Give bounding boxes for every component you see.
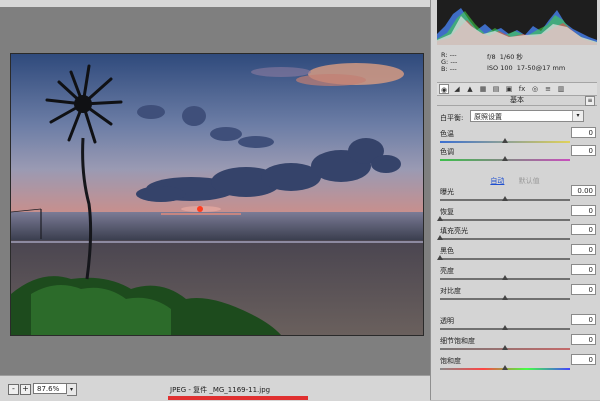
auto-link[interactable]: 自动	[490, 177, 504, 185]
red-accent-strip	[168, 396, 308, 400]
aperture: f/8	[487, 53, 496, 61]
histogram	[437, 0, 597, 45]
snapshots-tab-icon[interactable]: ▥	[556, 84, 566, 94]
slider-track[interactable]	[440, 238, 570, 240]
image-canvas	[0, 7, 430, 375]
slider-value-input[interactable]: 0	[571, 314, 596, 325]
slider-label: 曝光	[440, 188, 454, 196]
tone-curve-tab-icon[interactable]: ◢	[452, 84, 462, 94]
lens: 17-50@17 mm	[516, 64, 566, 72]
slider-row: 恢复 0	[437, 205, 596, 225]
slider-thumb[interactable]	[502, 345, 508, 350]
zoom-in-button[interactable]: +	[20, 384, 31, 395]
basic-tab-icon[interactable]: ◉	[439, 84, 449, 94]
slider-thumb[interactable]	[437, 216, 443, 221]
adjustment-tabs: ◉ ◢ ▲ ▦ ▤ ▣ fx ◎ ≡ ▥	[437, 82, 597, 96]
camera-info: R: --- G: --- B: --- f/8 1/60 秒 ISO 100 …	[437, 48, 597, 78]
slider-track[interactable]	[440, 258, 570, 260]
slider-value-input[interactable]: 0	[571, 224, 596, 235]
hsl-tab-icon[interactable]: ▦	[478, 84, 488, 94]
camera-calibration-tab-icon[interactable]: ◎	[530, 84, 540, 94]
sunset-beach-photo	[11, 54, 423, 335]
slider-row: 对比度 0	[440, 284, 596, 304]
slider-thumb[interactable]	[437, 255, 443, 260]
slider-row: 黑色 0	[437, 244, 596, 264]
slider-thumb[interactable]	[502, 138, 508, 143]
slider-row: 细节饱和度 0	[440, 334, 596, 354]
lens-corrections-tab-icon[interactable]: ▣	[504, 84, 514, 94]
slider-row: 填充亮光 0	[437, 224, 596, 244]
zoom-out-button[interactable]: -	[8, 384, 19, 395]
slider-row: 色调 0	[440, 145, 596, 165]
slider-thumb[interactable]	[502, 325, 508, 330]
slider-label: 色调	[440, 148, 454, 156]
presets-tab-icon[interactable]: ≡	[543, 84, 553, 94]
slider-value-input[interactable]: 0	[571, 145, 596, 156]
slider-row: 饱和度 0	[440, 354, 596, 374]
slider-label: 饱和度	[440, 357, 461, 365]
white-balance-select[interactable]: 原照设置 ▾	[470, 110, 584, 122]
slider-value-input[interactable]: 0	[571, 205, 596, 216]
chevron-down-icon: ▾	[572, 111, 583, 121]
split-toning-tab-icon[interactable]: ▤	[491, 84, 501, 94]
file-name-label: JPEG - 复件 _MG_1169-11.jpg	[170, 386, 271, 394]
shutter-speed: 1/60 秒	[499, 53, 523, 61]
slider-row: 亮度 0	[440, 264, 596, 284]
slider-label: 填充亮光	[440, 227, 468, 235]
slider-label: 亮度	[440, 267, 454, 275]
default-link[interactable]: 默认值	[519, 177, 540, 185]
zoom-level-field[interactable]: 87.6%	[33, 383, 67, 394]
zoom-dropdown-arrow-icon[interactable]: ▾	[67, 383, 77, 396]
histogram-graph	[437, 8, 597, 45]
slider-thumb[interactable]	[502, 275, 508, 280]
slider-thumb[interactable]	[502, 365, 508, 370]
slider-thumb[interactable]	[502, 196, 508, 201]
slider-value-input[interactable]: 0	[571, 264, 596, 275]
detail-tab-icon[interactable]: ▲	[465, 84, 475, 94]
slider-value-input[interactable]: 0	[571, 354, 596, 365]
slider-row: 曝光 0.00	[440, 185, 596, 205]
effects-tab-icon[interactable]: fx	[517, 84, 527, 94]
section-title: 基本 ≡	[437, 95, 597, 106]
slider-value-input[interactable]: 0	[571, 244, 596, 255]
slider-label: 色温	[440, 130, 454, 138]
slider-thumb[interactable]	[502, 295, 508, 300]
white-balance-value: 原照设置	[474, 113, 502, 121]
slider-label: 细节饱和度	[440, 337, 475, 345]
slider-thumb[interactable]	[437, 235, 443, 240]
slider-value-input[interactable]: 0	[571, 334, 596, 345]
iso: ISO 100	[487, 64, 513, 72]
slider-value-input[interactable]: 0	[571, 284, 596, 295]
basic-section-label: 基本	[510, 96, 524, 104]
slider-label: 透明	[440, 317, 454, 325]
panel-menu-icon[interactable]: ≡	[585, 96, 595, 106]
slider-row: 透明 0	[440, 314, 596, 334]
slider-value-input[interactable]: 0	[571, 127, 596, 138]
slider-row: 色温 0	[440, 127, 596, 147]
b-label: B:	[441, 65, 448, 73]
photo-preview[interactable]	[10, 53, 424, 336]
slider-value-input[interactable]: 0.00	[571, 185, 596, 196]
slider-thumb[interactable]	[502, 156, 508, 161]
slider-track[interactable]	[440, 219, 570, 221]
slider-label: 对比度	[440, 287, 461, 295]
b-value: ---	[449, 65, 457, 73]
white-balance-label: 白平衡:	[440, 114, 464, 122]
